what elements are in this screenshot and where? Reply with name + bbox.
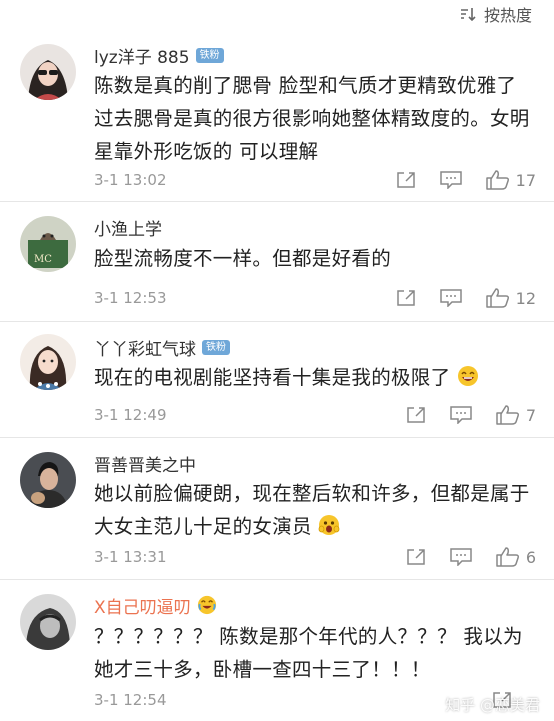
avatar[interactable] (20, 334, 76, 390)
comment-icon (439, 289, 462, 307)
divider (0, 201, 554, 202)
comment-time: 3-1 13:02 (94, 171, 167, 189)
thumbs-up-icon (485, 170, 509, 190)
like-count: 12 (515, 288, 536, 308)
divider (0, 437, 554, 438)
comment-time: 3-1 12:49 (94, 406, 167, 424)
username[interactable]: lyz洋子 885 (94, 43, 190, 68)
comment-icon (450, 548, 472, 566)
reply-button[interactable] (439, 171, 462, 189)
comment-icon (450, 406, 472, 424)
avatar[interactable] (20, 452, 76, 508)
divider (0, 321, 554, 322)
sort-icon (460, 8, 476, 21)
comment-text-content: 她以前脸偏硬朗，现在整后软和许多，但都是属于大女主范儿十足的女演员 (94, 482, 530, 538)
top-bar: 按热度 (0, 0, 554, 28)
share-button[interactable] (396, 289, 416, 307)
like-count: 6 (525, 547, 536, 567)
laughing-emoji-icon (457, 366, 478, 386)
avatar[interactable]: MC (20, 216, 76, 272)
divider (0, 579, 554, 580)
comment-text: ？？？？？？ 陈数是那个年代的人？？？ 我以为她才三十多，卧槽一查四十三了！！！ (94, 625, 523, 681)
username[interactable]: 小渔上学 (94, 215, 162, 240)
like-count: 17 (515, 170, 536, 190)
comment-icon (439, 171, 462, 189)
reply-button[interactable] (450, 406, 472, 424)
reply-button[interactable] (439, 289, 462, 307)
shocked-emoji-icon (318, 515, 340, 535)
share-icon (396, 172, 415, 188)
share-button[interactable] (406, 406, 426, 424)
like-button[interactable]: 6 (496, 547, 536, 567)
avatar[interactable] (20, 44, 76, 100)
like-button[interactable]: 12 (485, 288, 536, 308)
comment-time: 3-1 13:31 (94, 548, 167, 566)
comment-text: 陈数是真的削了腮骨 脸型和气质才更精致优雅了 过去腮骨是真的很方很影响她整体精致… (94, 74, 530, 163)
svg-text:MC: MC (34, 254, 52, 265)
comment-text: 她以前脸偏硬朗，现在整后软和许多，但都是属于大女主范儿十足的女演员 (94, 477, 534, 543)
comment-text: 脸型流畅度不一样。但都是好看的 (94, 247, 392, 270)
reply-button[interactable] (450, 548, 472, 566)
sort-by-hot-button[interactable]: 按热度 (460, 2, 532, 26)
comment-time: 3-1 12:53 (94, 289, 167, 307)
username[interactable]: 丫丫彩虹气球 (94, 335, 196, 360)
share-icon (407, 549, 425, 565)
fan-badge: 铁粉 (195, 47, 224, 63)
like-button[interactable]: 7 (496, 405, 536, 425)
sort-label: 按热度 (483, 6, 532, 25)
username[interactable]: 晋善晋美之中 (94, 451, 196, 476)
watermark: 知乎 @恋美君 (445, 694, 540, 715)
comment-text: 现在的电视剧能坚持看十集是我的极限了 (94, 361, 534, 394)
thumbs-up-icon (496, 405, 519, 425)
share-icon (407, 407, 425, 423)
comment-time: 3-1 12:54 (94, 691, 167, 709)
share-icon (396, 290, 415, 306)
watermark-text: 知乎 @恋美君 (445, 696, 540, 714)
like-count: 7 (525, 405, 536, 425)
like-button[interactable]: 17 (485, 170, 536, 190)
share-button[interactable] (406, 548, 426, 566)
share-button[interactable] (396, 171, 416, 189)
username[interactable]: X自己叨逼叨 (94, 593, 191, 618)
comment-text-content: 现在的电视剧能坚持看十集是我的极限了 (94, 366, 451, 389)
crying-laugh-emoji-icon (197, 595, 216, 615)
fan-badge: 铁粉 (202, 339, 230, 355)
thumbs-up-icon (496, 547, 519, 567)
avatar[interactable] (20, 594, 76, 650)
thumbs-up-icon (485, 288, 509, 308)
